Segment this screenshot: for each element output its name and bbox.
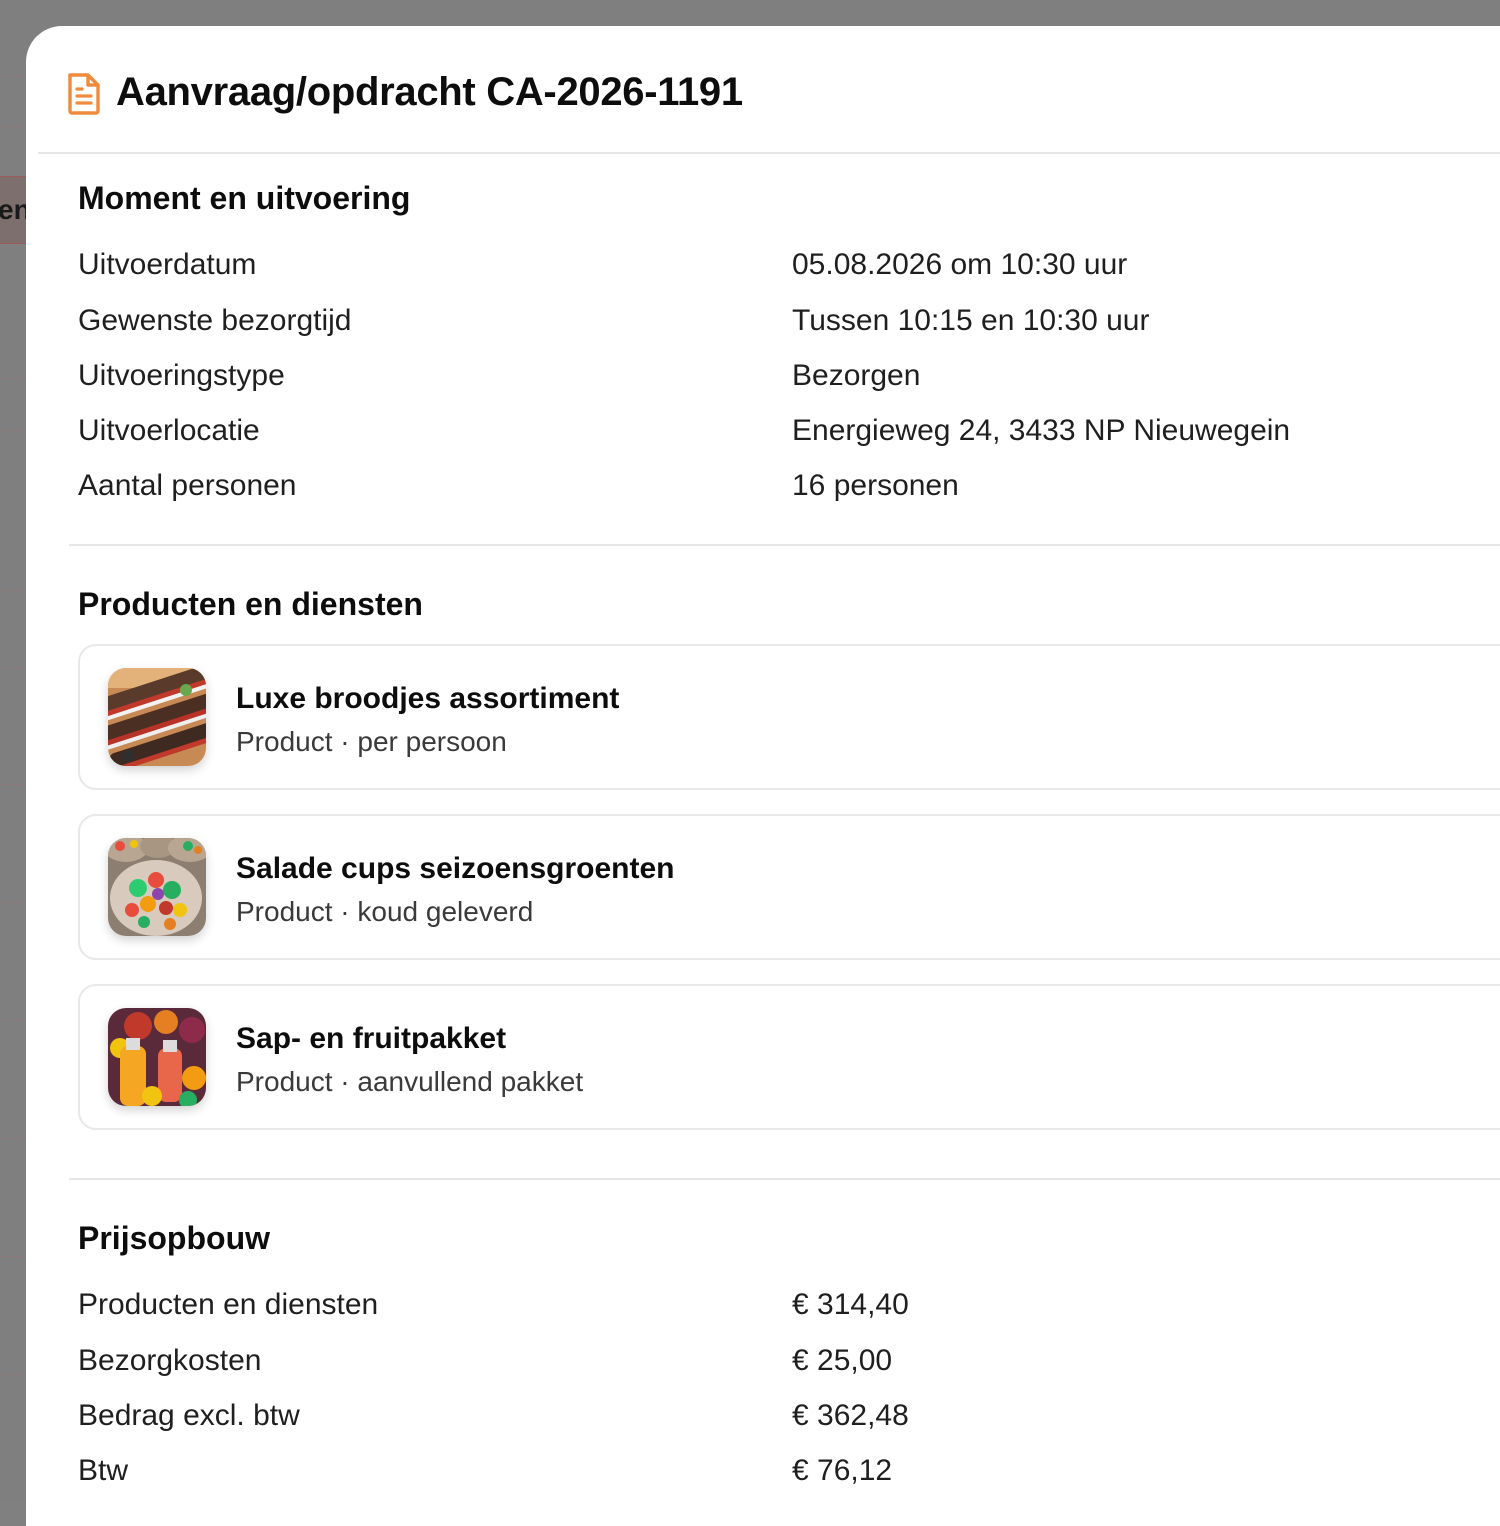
product-meta: Product · per persoon	[236, 726, 507, 757]
detail-label: Aantal personen	[78, 469, 297, 502]
detail-value: Tussen 10:15 en 10:30 uur	[792, 304, 1150, 337]
product-meta: Product · aanvullend pakket	[236, 1066, 584, 1097]
detail-label: Uitvoeringstype	[78, 359, 285, 392]
detail-row-bezorgtijd: Gewenste bezorgtijd Tussen 10:15 en 10:3…	[78, 304, 1500, 344]
product-card-salade[interactable]: Salade cups seizoensgroenten Product · k…	[78, 814, 1500, 960]
detail-value: 05.08.2026 om 10:30 uur	[792, 248, 1128, 281]
sandwich-platter-photo	[108, 668, 206, 766]
product-name: Sap- en fruitpakket	[236, 1022, 507, 1055]
background-divider	[0, 1374, 26, 1375]
background-divider	[0, 1020, 26, 1021]
section-title-prijsopbouw: Prijsopbouw	[78, 1220, 270, 1256]
detail-row-uitvoeringstype: Uitvoeringstype Bezorgen	[78, 359, 1500, 399]
background-divider	[0, 76, 26, 77]
price-value: € 76,12	[792, 1454, 893, 1487]
order-detail-modal: Aanvraag/opdracht CA-2026-1191 Moment en…	[26, 26, 1500, 1526]
detail-row-aantal-personen: Aantal personen 16 personen	[78, 469, 1500, 509]
detail-label: Uitvoerdatum	[78, 248, 257, 281]
section-divider	[69, 544, 1500, 546]
price-row-bezorgkosten: Bezorgkosten € 25,00	[78, 1344, 1500, 1384]
price-value: € 362,48	[792, 1399, 909, 1432]
salad-cups-photo	[108, 838, 206, 936]
section-title-producten: Producten en diensten	[78, 586, 423, 622]
detail-label: Gewenste bezorgtijd	[78, 304, 352, 337]
price-label: Producten en diensten	[78, 1288, 379, 1321]
document-icon	[68, 73, 100, 115]
background-divider	[0, 590, 26, 591]
price-label: Bezorgkosten	[78, 1344, 262, 1377]
product-name: Salade cups seizoensgroenten	[236, 852, 675, 885]
price-row-producten: Producten en diensten € 314,40	[78, 1288, 1500, 1328]
price-label: Btw	[78, 1454, 129, 1487]
price-value: € 314,40	[792, 1288, 909, 1321]
product-card-broodjes[interactable]: Luxe broodjes assortiment Product · per …	[78, 644, 1500, 790]
modal-title: Aanvraag/opdracht CA-2026-1191	[116, 70, 743, 114]
section-divider	[69, 1178, 1500, 1180]
price-label: Bedrag excl. btw	[78, 1399, 300, 1432]
background-divider	[0, 378, 26, 379]
detail-value: Bezorgen	[792, 359, 921, 392]
background-divider	[0, 126, 26, 127]
detail-label: Uitvoerlocatie	[78, 414, 260, 447]
product-name: Luxe broodjes assortiment	[236, 682, 620, 715]
product-meta: Product · koud geleverd	[236, 896, 534, 927]
detail-value: Energieweg 24, 3433 NP Nieuwegein	[792, 414, 1291, 447]
detail-row-uitvoerlocatie: Uitvoerlocatie Energieweg 24, 3433 NP Ni…	[78, 414, 1500, 454]
background-divider	[0, 668, 26, 669]
price-value: € 25,00	[792, 1344, 893, 1377]
product-card-sap-fruit[interactable]: Sap- en fruitpakket Product · aanvullend…	[78, 984, 1500, 1130]
background-divider	[0, 784, 26, 785]
background-divider	[0, 430, 26, 431]
price-row-excl-btw: Bedrag excl. btw € 362,48	[78, 1399, 1500, 1439]
background-divider	[0, 1138, 26, 1139]
juice-fruit-photo	[108, 1008, 206, 1106]
detail-row-uitvoerdatum: Uitvoerdatum 05.08.2026 om 10:30 uur	[78, 248, 1500, 288]
section-title-moment: Moment en uitvoering	[78, 180, 411, 216]
price-row-btw: Btw € 76,12	[78, 1454, 1500, 1494]
modal-header: Aanvraag/opdracht CA-2026-1191	[38, 26, 1500, 154]
background-divider	[0, 1256, 26, 1257]
detail-value: 16 personen	[792, 469, 959, 502]
background-divider	[0, 902, 26, 903]
